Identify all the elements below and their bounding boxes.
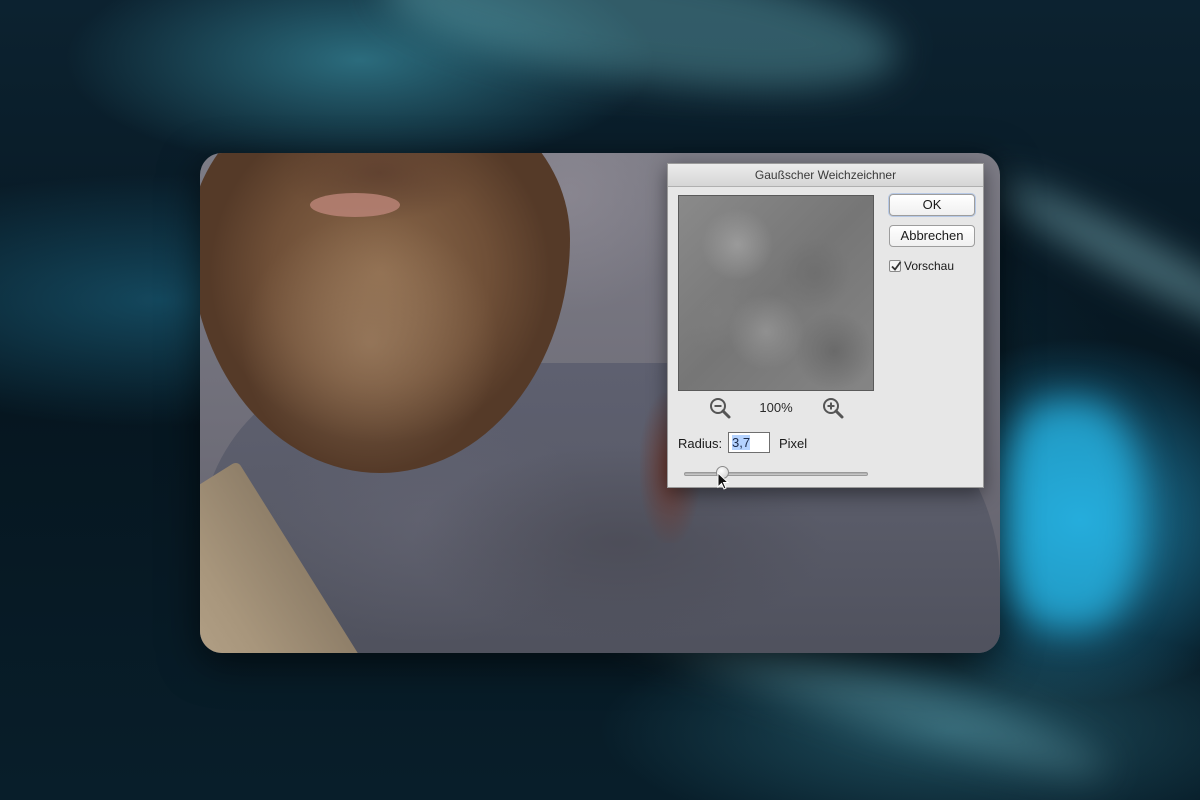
blur-preview-image[interactable] (678, 195, 874, 391)
zoom-in-icon[interactable] (821, 396, 845, 420)
photo-lips (310, 193, 400, 217)
photo-beard-highlight (240, 213, 500, 473)
radius-slider[interactable] (684, 466, 868, 481)
slider-track[interactable] (684, 472, 868, 476)
zoom-level: 100% (759, 400, 793, 415)
dialog-title[interactable]: Gaußscher Weichzeichner (668, 164, 983, 187)
zoom-controls: 100% (678, 396, 874, 420)
radius-row: Radius: 3,7 Pixel (678, 432, 978, 454)
light-streak (1000, 400, 1140, 630)
light-streak (989, 167, 1200, 353)
checkmark-icon (891, 261, 902, 271)
radius-value: 3,7 (732, 435, 751, 450)
preview-checkbox-label: Vorschau (904, 259, 955, 273)
preview-checkbox[interactable] (889, 260, 902, 272)
mouse-pointer-icon (717, 472, 730, 490)
radius-unit: Pixel (779, 436, 808, 451)
cancel-button[interactable]: Abbrechen (889, 225, 975, 247)
light-streak (374, 0, 906, 116)
ok-button[interactable]: OK (889, 194, 975, 216)
gaussian-blur-dialog: Gaußscher Weichzeichner 100% OK Abbreche… (667, 163, 984, 488)
radius-input[interactable]: 3,7 (728, 432, 770, 453)
radius-label: Radius: (678, 436, 723, 451)
zoom-out-icon[interactable] (708, 396, 732, 420)
